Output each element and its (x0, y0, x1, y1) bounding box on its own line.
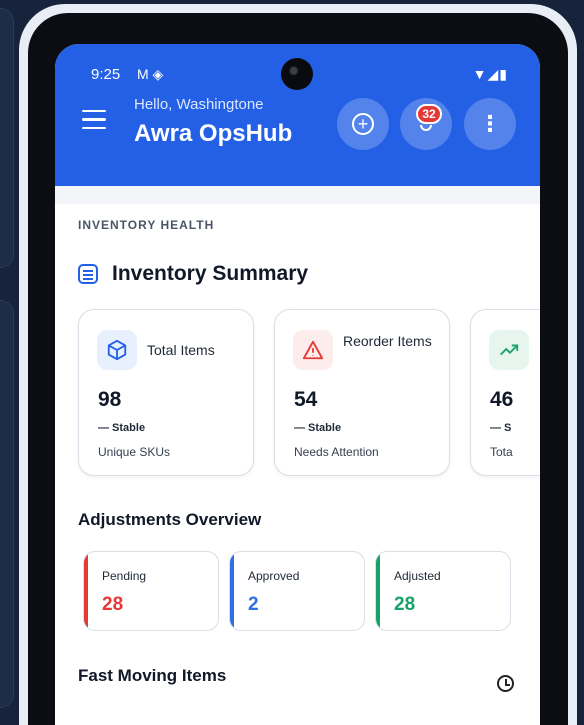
pending-adjustments-card[interactable]: Pending 28 (83, 551, 219, 631)
background-card (0, 300, 14, 708)
clock-icon[interactable] (497, 675, 514, 692)
warning-icon (293, 330, 333, 370)
card-trend: — S (490, 422, 512, 434)
adjustment-value: 28 (394, 594, 416, 615)
total-card[interactable]: 46 — S Tota (470, 309, 540, 476)
inventory-summary-title: Inventory Summary (112, 262, 309, 285)
hamburger-icon (82, 110, 106, 113)
adjustments-title: Adjustments Overview (78, 510, 262, 529)
adjustment-label: Pending (102, 569, 147, 583)
more-options-button[interactable]: ⋮ (464, 98, 516, 150)
adjustment-value: 28 (102, 594, 124, 615)
app-screen: 9:25 M ◈ ▼◢▮ Hello, Washingtone Awra Ops… (55, 44, 540, 725)
card-value: 98 (98, 388, 122, 411)
status-time: 9:25 (91, 66, 121, 83)
card-value: 54 (294, 388, 318, 411)
card-trend: — Stable (98, 422, 146, 434)
menu-button[interactable] (82, 110, 106, 130)
app-header: 9:25 M ◈ ▼◢▮ Hello, Washingtone Awra Ops… (55, 44, 540, 186)
bell-icon (420, 125, 432, 131)
status-notification-icons: M ◈ (137, 66, 164, 82)
app-title: Awra OpsHub (134, 120, 293, 147)
approved-adjustments-card[interactable]: Approved 2 (229, 551, 365, 631)
card-title: Total Items (147, 342, 215, 358)
card-subtitle: Unique SKUs (98, 445, 171, 459)
card-subtitle: Needs Attention (294, 445, 379, 459)
adjustment-value: 2 (248, 594, 259, 615)
card-title: Reorder Items (343, 333, 432, 349)
card-value: 46 (490, 388, 514, 411)
total-items-card[interactable]: Total Items 98 — Stable Unique SKUs (78, 309, 254, 476)
greeting-text: Hello, Washingtone (134, 96, 264, 113)
box-icon (97, 330, 137, 370)
notification-badge: 32 (416, 104, 442, 124)
inventory-icon (78, 264, 98, 284)
add-button[interactable]: + (337, 98, 389, 150)
card-subtitle: Tota (490, 445, 513, 459)
trend-up-icon (489, 330, 529, 370)
notifications-button[interactable]: 32 (400, 98, 452, 150)
adjusted-adjustments-card[interactable]: Adjusted 28 (375, 551, 511, 631)
plus-icon: + (352, 113, 374, 135)
more-vertical-icon: ⋮ (479, 111, 501, 136)
camera-cutout (281, 58, 313, 90)
status-system-icons: ▼◢▮ (472, 66, 508, 82)
adjustment-label: Adjusted (394, 569, 441, 583)
adjustment-label: Approved (248, 569, 300, 583)
reorder-items-card[interactable]: Reorder Items 54 — Stable Needs Attentio… (274, 309, 450, 476)
fast-moving-title: Fast Moving Items (78, 666, 227, 685)
background-card (0, 8, 14, 268)
card-trend: — Stable (294, 422, 342, 434)
section-label: INVENTORY HEALTH (78, 218, 215, 232)
